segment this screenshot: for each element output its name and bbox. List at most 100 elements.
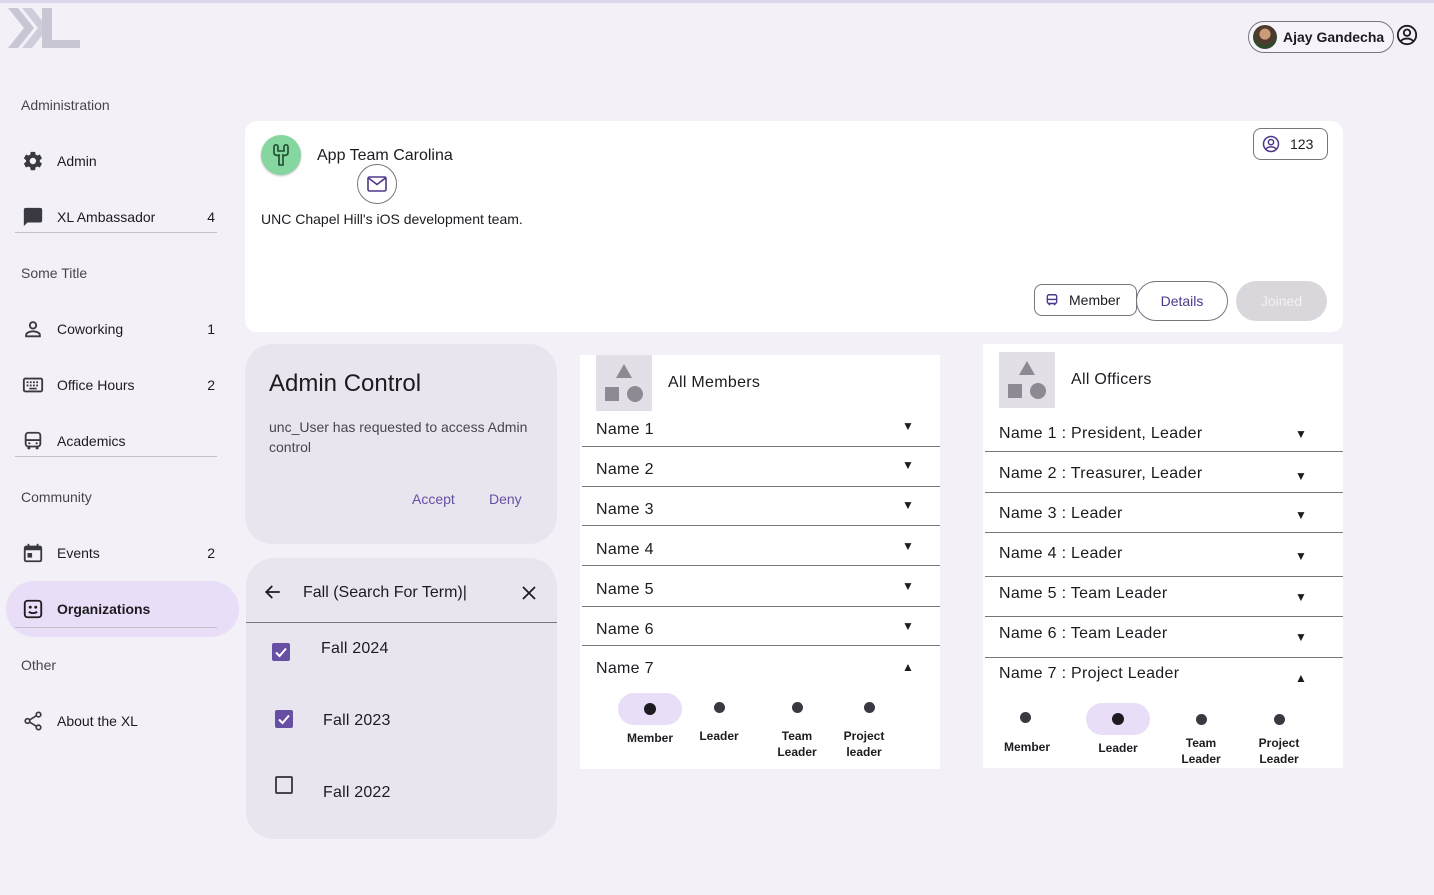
member-name: Name 4 [596,541,654,558]
sidebar-item-label: Coworking [57,321,124,337]
radio-dot [1112,713,1124,725]
checkbox-checked[interactable] [272,643,290,661]
chevron-down-icon[interactable]: ▼ [1295,549,1307,563]
member-row[interactable]: Name 1 ▼ [582,409,940,447]
accept-button[interactable]: Accept [412,491,455,507]
email-button[interactable] [357,164,397,204]
sidebar-item-label: XL Ambassador [57,209,156,225]
arrow-back-icon[interactable] [264,583,282,601]
all-members-list: All Members Name 1 ▼ Name 2 ▼ Name 3 ▼ N… [580,355,940,769]
check-icon [275,647,287,658]
role-option-team-leader[interactable] [765,691,829,723]
chevron-down-icon[interactable]: ▼ [1295,590,1307,604]
officer-row[interactable]: Name 5 : Team Leader ▼ [985,577,1343,617]
section-title-administration: Administration [21,97,110,113]
member-row[interactable]: Name 2 ▼ [582,447,940,487]
term-option[interactable]: Fall 2023 [246,706,557,746]
chevron-down-icon[interactable]: ▼ [1295,508,1307,522]
term-search-input[interactable]: Fall (Search For Term)| [303,584,467,602]
chevron-up-icon[interactable]: ▲ [1295,671,1307,685]
sidebar-item-admin[interactable]: Admin [6,133,239,189]
badge-icon [23,599,43,619]
radio-dot [644,703,656,715]
admin-control-card: Admin Control unc_User has requested to … [245,344,557,544]
bus-icon [24,431,42,450]
admin-control-message: unc_User has requested to access Admin c… [269,419,528,455]
section-title-community: Community [21,489,92,505]
sidebar-item-count: 1 [207,321,215,337]
officer-name: Name 7 : Project Leader [999,665,1180,682]
member-count-chip[interactable]: 123 [1253,128,1328,160]
sidebar-item-label: Office Hours [57,377,135,393]
chevron-down-icon[interactable]: ▼ [902,419,914,433]
role-label: Leader [699,729,739,743]
role-option-team-leader[interactable] [1169,703,1233,735]
sidebar-item-office-hours[interactable]: Office Hours 2 [6,357,239,413]
role-option-member[interactable] [618,693,682,725]
details-button[interactable]: Details [1136,281,1228,321]
sidebar-item-count: 4 [207,209,215,225]
term-option[interactable]: Fall 2022 [246,776,557,816]
member-row[interactable]: Name 3 ▼ [582,487,940,526]
user-avatar [1253,25,1277,49]
checkbox-checked[interactable] [275,710,293,728]
officer-row[interactable]: Name 1 : President, Leader ▼ [985,412,1343,452]
officer-name: Name 1 : President, Leader [999,425,1203,442]
role-option-member[interactable] [993,701,1057,733]
role-option-project-leader[interactable] [1247,703,1311,735]
officer-row[interactable]: Name 2 : Treasurer, Leader ▼ [985,452,1343,493]
checkbox-unchecked[interactable] [275,776,293,794]
member-row[interactable]: Name 4 ▼ [582,526,940,566]
sidebar-item-academics[interactable]: Academics [6,413,239,469]
officer-row[interactable]: Name 6 : Team Leader ▼ [985,617,1343,658]
chevron-down-icon[interactable]: ▼ [902,619,914,633]
officer-row[interactable]: Name 3 : Leader ▼ [985,493,1343,533]
section-title-some-title: Some Title [21,265,88,281]
chat-icon [23,207,43,227]
officer-name: Name 2 : Treasurer, Leader [999,465,1203,482]
chevron-down-icon[interactable]: ▼ [902,458,914,472]
chevron-down-icon[interactable]: ▼ [1295,469,1307,483]
sidebar-item-coworking[interactable]: Coworking 1 [6,301,239,357]
officer-row[interactable]: Name 4 : Leader ▼ [985,533,1343,577]
share-icon [24,711,42,731]
chevron-down-icon[interactable]: ▼ [902,498,914,512]
role-label: Team Leader [1181,736,1221,766]
chevron-down-icon[interactable]: ▼ [1295,427,1307,441]
close-icon[interactable] [521,585,537,601]
sidebar-item-events[interactable]: Events 2 [6,525,239,581]
org-logo-icon [273,143,289,166]
officer-name: Name 4 : Leader [999,545,1123,562]
member-chip[interactable]: Member [1034,284,1137,316]
member-name: Name 3 [596,501,654,518]
officer-row-expanded[interactable]: Name 7 : Project Leader ▲ [985,658,1343,698]
user-profile-chip[interactable]: Ajay Gandecha [1248,21,1394,53]
placeholder-image [596,355,652,411]
officer-name: Name 5 : Team Leader [999,585,1168,602]
role-option-leader[interactable] [687,691,751,723]
sidebar-item-organizations[interactable]: Organizations [6,581,239,637]
chevron-down-icon[interactable]: ▼ [902,579,914,593]
role-option-project-leader[interactable] [837,691,901,723]
sidebar-item-xl-ambassador[interactable]: XL Ambassador 4 [6,189,239,245]
chevron-down-icon[interactable]: ▼ [902,539,914,553]
chevron-down-icon[interactable]: ▼ [1295,630,1307,644]
term-search-panel: Fall (Search For Term)| Fall 2024 Fall 2… [246,558,557,839]
deny-button[interactable]: Deny [489,491,522,507]
account-circle-icon[interactable] [1396,24,1418,46]
member-row[interactable]: Name 6 ▼ [582,607,940,646]
officer-name: Name 6 : Team Leader [999,625,1168,642]
member-row[interactable]: Name 5 ▼ [582,566,940,607]
shapes-icon [1008,361,1046,399]
chevron-up-icon[interactable]: ▲ [902,660,914,674]
role-option-leader[interactable] [1086,703,1150,735]
term-option[interactable]: Fall 2024 [246,634,557,674]
joined-button[interactable]: Joined [1236,281,1327,321]
term-search-bar: Fall (Search For Term)| [246,558,557,623]
role-label: Project Leader [1258,736,1300,766]
member-name: Name 2 [596,461,654,478]
sidebar-item-about[interactable]: About the XL [6,693,239,749]
sidebar-divider [15,627,217,628]
mail-icon [367,176,387,192]
member-row-expanded[interactable]: Name 7 ▲ [582,646,940,686]
